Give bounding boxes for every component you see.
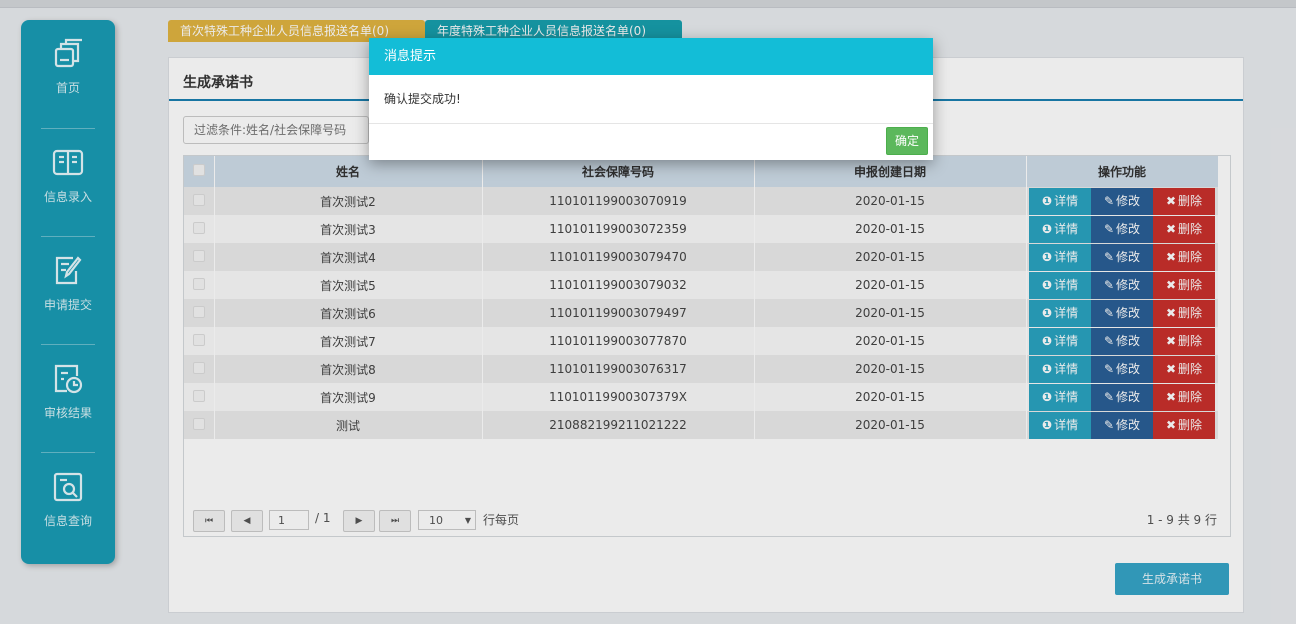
- ok-button[interactable]: 确定: [886, 127, 928, 155]
- message-dialog: 消息提示 确认提交成功! 确定: [369, 38, 933, 160]
- dialog-message: 确认提交成功!: [369, 75, 933, 124]
- dialog-title: 消息提示: [369, 38, 933, 75]
